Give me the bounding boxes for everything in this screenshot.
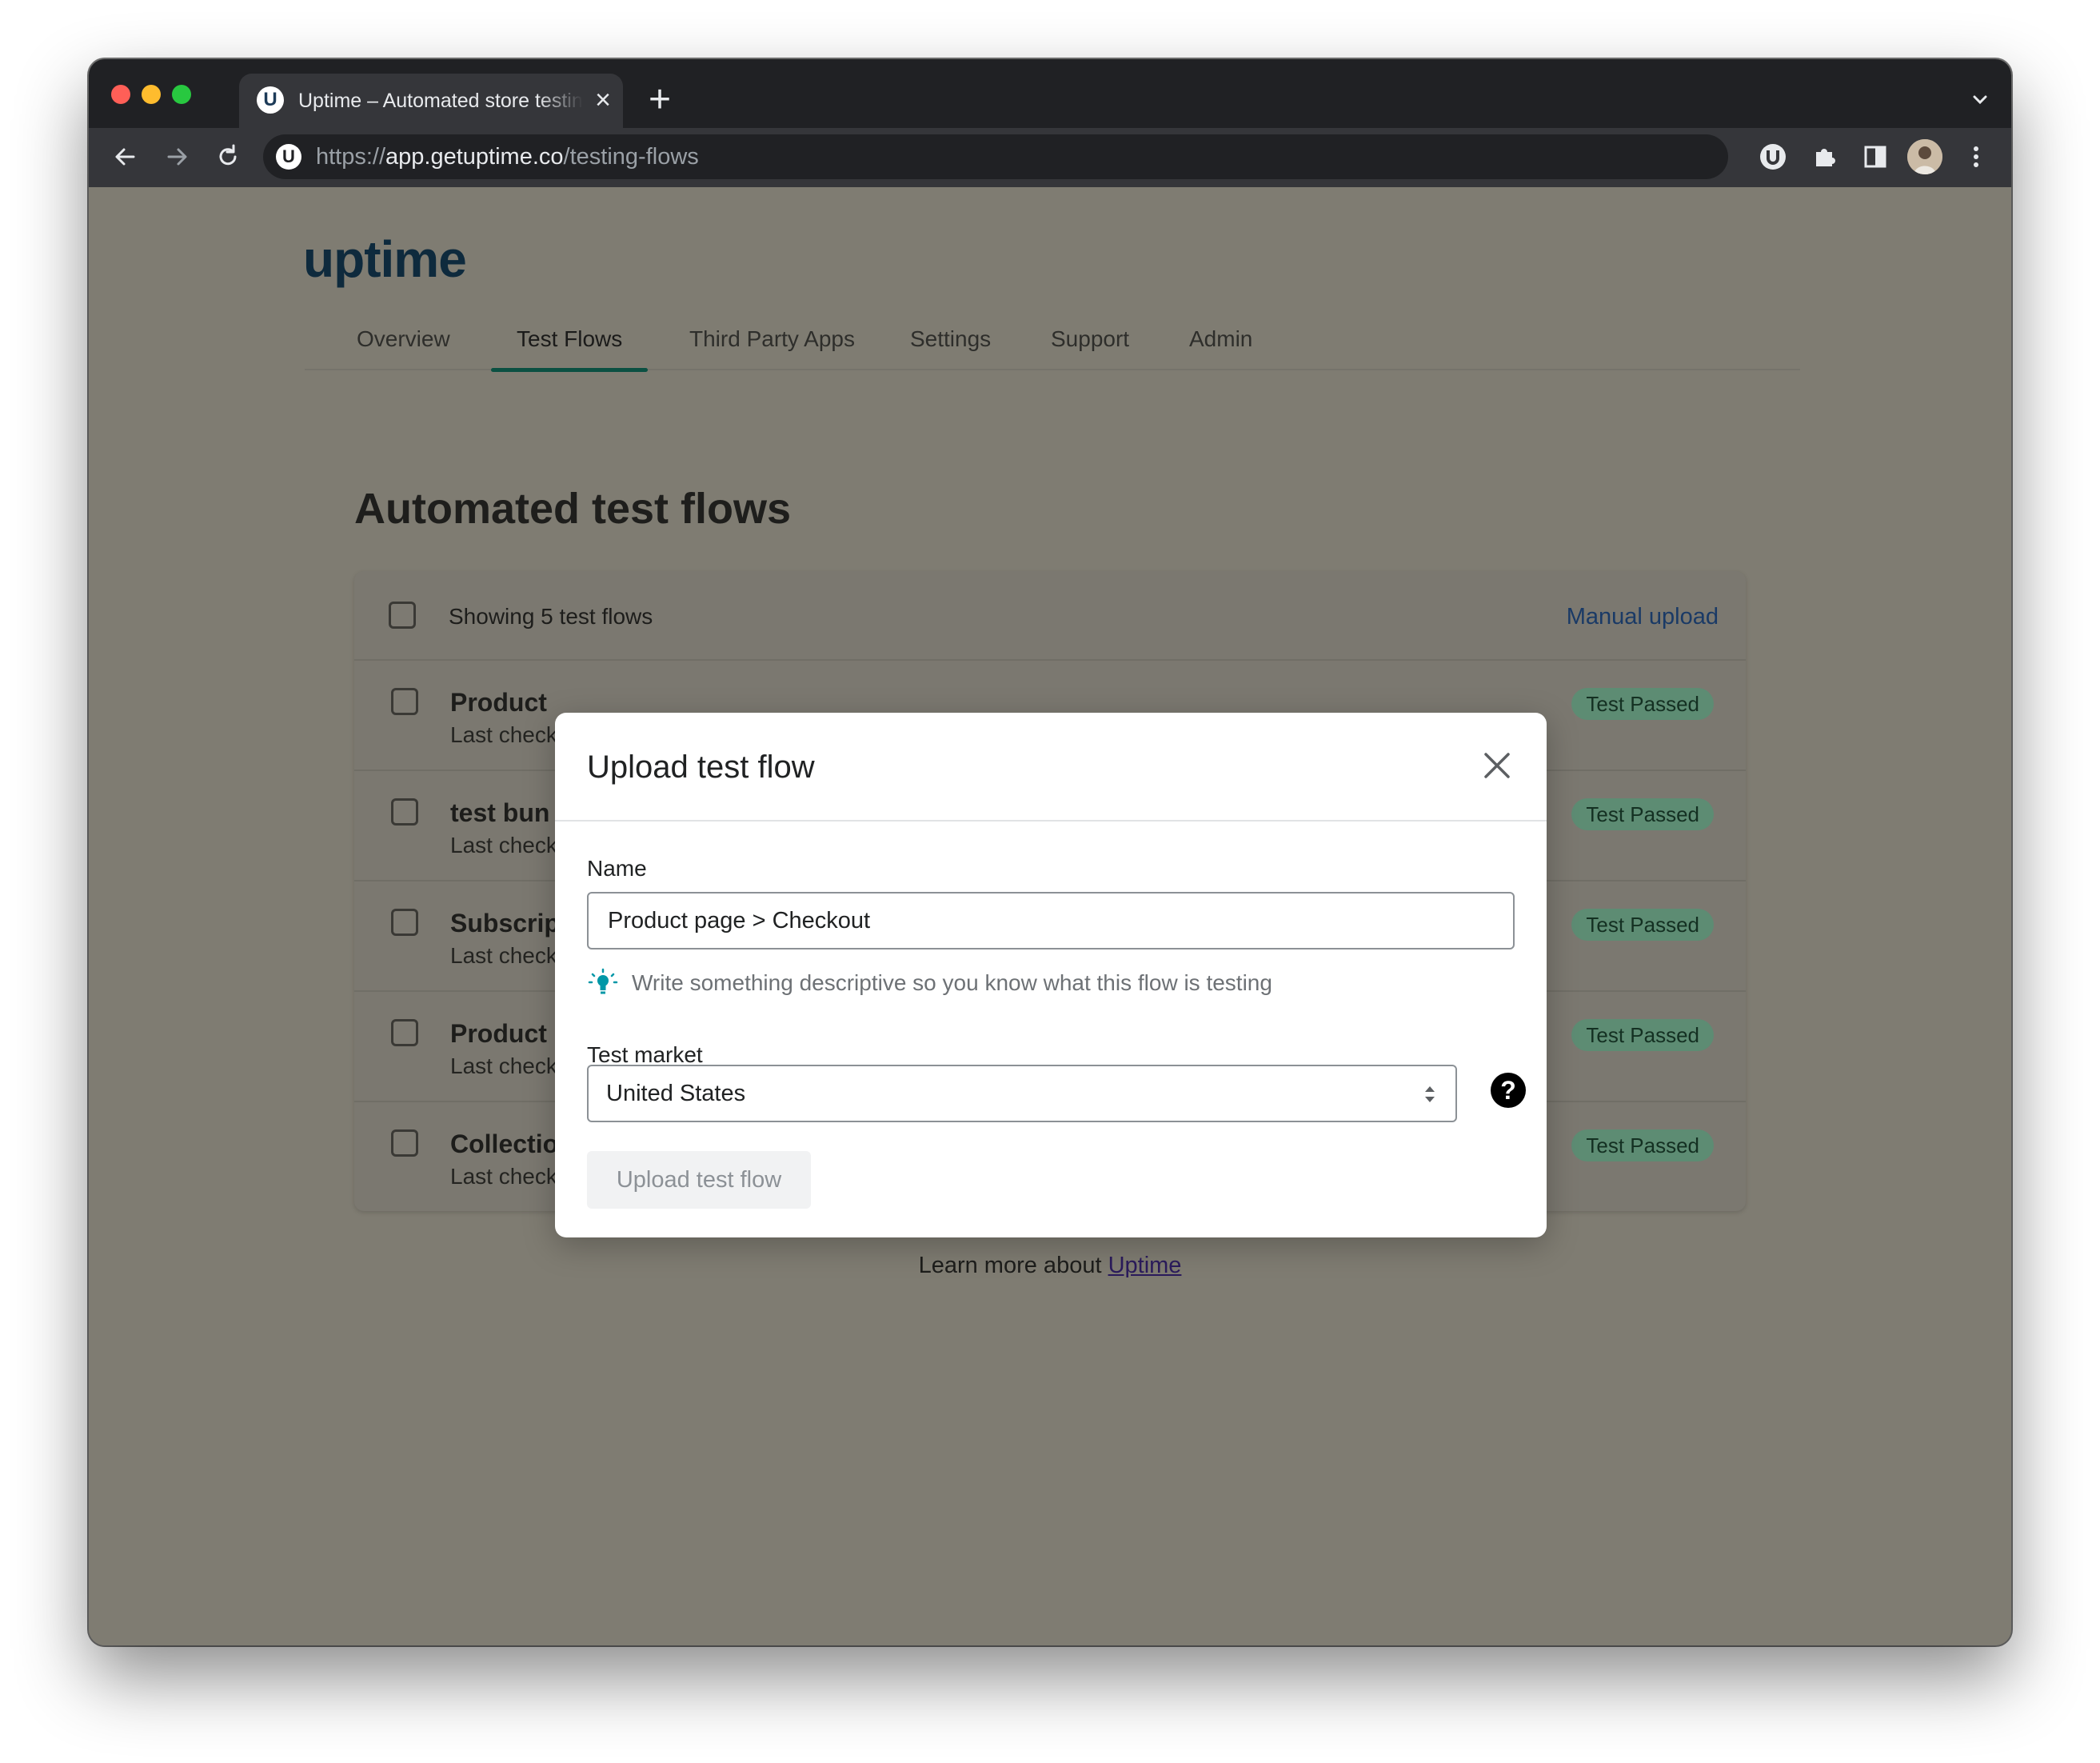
tab-title: Uptime – Automated store testing: [298, 90, 583, 112]
upload-test-flow-modal: Upload test flow Name Product page > Che…: [555, 713, 1547, 1237]
tab-test-flows[interactable]: Test Flows: [490, 321, 649, 372]
page-content: uptime Overview Test Flows Third Party A…: [89, 187, 2011, 1645]
tab-third-party-apps[interactable]: Third Party Apps: [689, 321, 855, 370]
flow-title: Product: [450, 688, 547, 717]
status-badge: Test Passed: [1571, 1019, 1714, 1051]
new-tab-plus-icon[interactable]: +: [644, 81, 676, 119]
row-checkbox[interactable]: [391, 798, 418, 826]
url-host: app.getuptime.co: [385, 144, 564, 170]
flow-title: test bun: [450, 798, 550, 827]
row-checkbox[interactable]: [391, 909, 418, 936]
select-caret-icon: [1425, 1086, 1435, 1102]
main-nav: Overview Test Flows Third Party Apps Set…: [305, 321, 1800, 372]
footer-prefix: Learn more about: [918, 1253, 1108, 1278]
browser-tab[interactable]: U Uptime – Automated store testing ×: [239, 74, 623, 128]
uptime-extension-icon[interactable]: [1755, 139, 1791, 174]
row-checkbox[interactable]: [391, 1129, 418, 1157]
status-badge: Test Passed: [1571, 909, 1714, 941]
browser-window: U Uptime – Automated store testing × + U…: [89, 59, 2011, 1645]
back-arrow-icon[interactable]: [108, 139, 143, 174]
maximize-window-button[interactable]: [172, 85, 191, 104]
site-info-icon[interactable]: U: [276, 144, 301, 170]
url-path: /testing-flows: [563, 144, 699, 170]
flow-title: Collectio: [450, 1129, 559, 1158]
tab-support[interactable]: Support: [1051, 321, 1129, 370]
flow-title: Subscrip: [450, 909, 560, 937]
last-checked: Last check: [450, 833, 557, 858]
showing-count: Showing 5 test flows: [449, 604, 653, 629]
close-window-button[interactable]: [111, 85, 130, 104]
tab-settings[interactable]: Settings: [910, 321, 991, 370]
last-checked: Last check: [450, 943, 557, 968]
page-title: Automated test flows: [354, 485, 792, 533]
tab-strip: U Uptime – Automated store testing × +: [89, 59, 2011, 128]
modal-title: Upload test flow: [587, 750, 815, 785]
last-checked: Last check: [450, 1053, 557, 1078]
uptime-link[interactable]: Uptime: [1108, 1253, 1182, 1278]
card-header: Showing 5 test flows Manual upload: [354, 571, 1746, 661]
status-badge: Test Passed: [1571, 1129, 1714, 1161]
puzzle-extensions-icon[interactable]: [1807, 139, 1842, 174]
side-panel-icon[interactable]: [1858, 139, 1893, 174]
help-text: Write something descriptive so you know …: [632, 970, 1272, 995]
close-icon[interactable]: [1479, 748, 1515, 783]
minimize-window-button[interactable]: [142, 85, 161, 104]
tab-search-chevron-icon[interactable]: [1968, 88, 1992, 112]
modal-header: Upload test flow: [555, 713, 1547, 822]
name-label: Name: [587, 856, 647, 881]
reload-icon[interactable]: [210, 139, 246, 174]
status-badge: Test Passed: [1571, 688, 1714, 720]
question-help-icon[interactable]: ?: [1491, 1073, 1526, 1108]
kebab-menu-icon[interactable]: [1958, 139, 1994, 174]
tab-close-icon[interactable]: ×: [591, 86, 615, 114]
select-all-checkbox[interactable]: [389, 602, 416, 629]
tab-overview[interactable]: Overview: [357, 321, 450, 370]
url-text: https://app.getuptime.co/testing-flows: [316, 143, 699, 170]
forward-arrow-icon[interactable]: [159, 139, 194, 174]
flow-title: Product: [450, 1019, 547, 1048]
address-bar[interactable]: U https://app.getuptime.co/testing-flows: [263, 134, 1728, 179]
row-checkbox[interactable]: [391, 1019, 418, 1046]
browser-toolbar: U https://app.getuptime.co/testing-flows: [89, 128, 2011, 187]
url-scheme: https://: [316, 144, 386, 170]
market-select-value: United States: [606, 1081, 746, 1106]
uptime-logo[interactable]: uptime: [303, 227, 467, 291]
profile-avatar[interactable]: [1907, 139, 1942, 174]
last-checked: Last check: [450, 722, 557, 747]
profile-avatar-icon: [1907, 139, 1942, 174]
lightbulb-icon: [588, 968, 618, 994]
name-input[interactable]: Product page > Checkout: [587, 892, 1515, 949]
tab-admin[interactable]: Admin: [1189, 321, 1252, 370]
uptime-favicon-icon: U: [257, 86, 284, 114]
row-checkbox[interactable]: [391, 688, 418, 715]
upload-test-flow-button[interactable]: Upload test flow: [587, 1151, 811, 1209]
manual-upload-link[interactable]: Manual upload: [1567, 603, 1719, 630]
footer-learn-more: Learn more about Uptime: [89, 1251, 2011, 1280]
market-select[interactable]: United States: [587, 1065, 1457, 1122]
status-badge: Test Passed: [1571, 798, 1714, 830]
